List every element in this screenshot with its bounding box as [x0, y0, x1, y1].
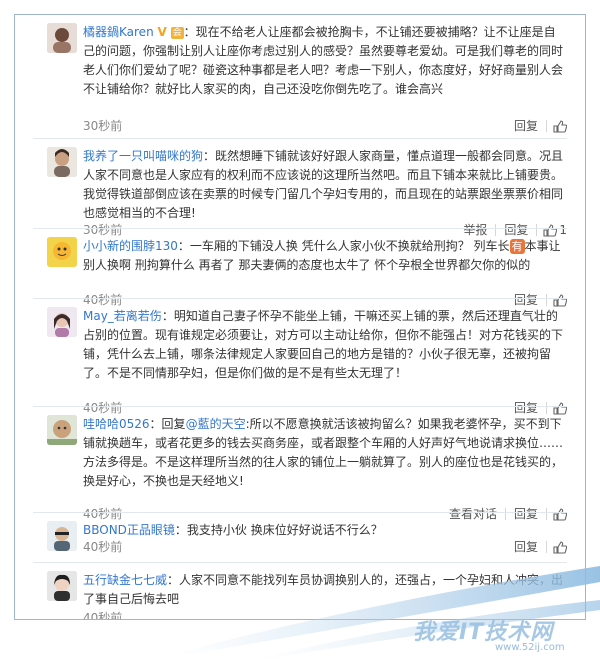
reply-button[interactable]: 回复: [514, 538, 538, 556]
avatar-image: [47, 147, 77, 177]
like-button[interactable]: [553, 540, 567, 554]
timestamp: 40秒前: [83, 540, 123, 554]
avatar-image: [47, 23, 77, 53]
avatar[interactable]: [47, 147, 77, 177]
comment-meta: 30秒前 回复: [83, 117, 567, 135]
comment-list-frame: 橘器鍋Karen V 会：现在不给老人让座都会被抢胸卡，不让铺还要被捕略？让不让…: [14, 14, 586, 620]
emoji-icon: 有: [509, 239, 525, 254]
avatar[interactable]: [47, 237, 77, 267]
comment-text: 小小新的围脖130：一车厢的下铺没人换 凭什么人家小伙不换就给刑拘？ 列车长有本…: [83, 237, 567, 275]
comment-content: ：一车厢的下铺没人换 凭什么人家小伙不换就给刑拘？ 列车长: [177, 239, 510, 253]
watermark-url: www.52ij.com: [495, 642, 565, 653]
comment-item: 橘器鍋Karen V 会：现在不给老人让座都会被抢胸卡，不让铺还要被捕略？让不让…: [15, 15, 585, 137]
username-link[interactable]: 五行缺金七七威: [83, 573, 167, 587]
username-link[interactable]: May_若离若伤: [83, 309, 162, 323]
comment-item: 我养了一只叫喵咪的狗：既然想睡下铺就该好好跟人家商量，懂点道理一般都会同意。况且…: [15, 139, 585, 237]
comment-text: 五行缺金七七威：人家不同意不能找列车员协调换别人的，还强占，一个孕妇和人冲突，出…: [83, 571, 567, 609]
comment-text: May_若离若伤：明知道自己妻子怀孕不能坐上铺，干嘛还买上铺的票，然后还理直气壮…: [83, 307, 567, 383]
member-badge-icon: 会: [170, 26, 184, 39]
thumbs-up-icon: [553, 540, 567, 554]
avatar-image: [47, 307, 77, 337]
avatar[interactable]: [47, 307, 77, 337]
comment-item: May_若离若伤：明知道自己妻子怀孕不能坐上铺，干嘛还买上铺的票，然后还理直气壮…: [15, 299, 585, 415]
comment-actions: 回复: [506, 117, 567, 135]
avatar[interactable]: [47, 415, 77, 445]
comment-actions: 回复: [506, 538, 567, 556]
comment-text: 我养了一只叫喵咪的狗：既然想睡下铺就该好好跟人家商量，懂点道理一般都会同意。况且…: [83, 147, 567, 223]
like-button[interactable]: [553, 119, 567, 133]
username-link[interactable]: BBOND正品眼镜: [83, 523, 175, 537]
avatar[interactable]: [47, 23, 77, 53]
comment-content: ：现在不给老人让座都会被抢胸卡，不让铺还要被捕略？让不让座是自己的问题，你强制让…: [83, 25, 564, 96]
avatar-image: [47, 571, 77, 601]
reply-button[interactable]: 回复: [514, 117, 538, 135]
username-link[interactable]: 橘器鍋Karen: [83, 25, 154, 39]
comment-item: 哇哈哈0526：回复@藍的天空:所以不愿意换就活该被拘留么？如果我老婆怀孕，买不…: [15, 407, 585, 521]
avatar-image: [47, 415, 77, 445]
avatar[interactable]: [47, 521, 77, 551]
username-link[interactable]: 我养了一只叫喵咪的狗: [83, 149, 203, 163]
comment-meta: 40秒前 回复: [83, 538, 567, 556]
thumbs-up-icon: [553, 119, 567, 133]
timestamp: 40秒前: [83, 611, 123, 620]
comment-text: 橘器鍋Karen V 会：现在不给老人让座都会被抢胸卡，不让铺还要被捕略？让不让…: [83, 23, 567, 99]
comment-item: 小小新的围脖130：一车厢的下铺没人换 凭什么人家小伙不换就给刑拘？ 列车长有本…: [15, 229, 585, 307]
divider: [546, 120, 547, 132]
comment-text: 哇哈哈0526：回复@藍的天空:所以不愿意换就活该被拘留么？如果我老婆怀孕，买不…: [83, 415, 567, 491]
username-link[interactable]: 哇哈哈0526: [83, 417, 150, 431]
mention-link[interactable]: @藍的天空: [186, 417, 246, 431]
avatar[interactable]: [47, 571, 77, 601]
timestamp: 30秒前: [83, 119, 123, 133]
site-logo: 我爱IT技术网 www.52ij.com: [405, 610, 595, 660]
comment-item: BBOND正品眼镜：我支持小伙 换床位好好说话不行么？ 40秒前 回复: [15, 513, 585, 563]
avatar-image: [47, 521, 77, 551]
verified-badge-icon: V: [157, 25, 167, 39]
avatar-image: [47, 237, 77, 267]
divider: [546, 541, 547, 553]
reply-prefix: ：回复: [149, 417, 186, 431]
username-link[interactable]: 小小新的围脖130: [83, 239, 178, 253]
comment-content: ：我支持小伙 换床位好好说话不行么？: [174, 523, 383, 537]
